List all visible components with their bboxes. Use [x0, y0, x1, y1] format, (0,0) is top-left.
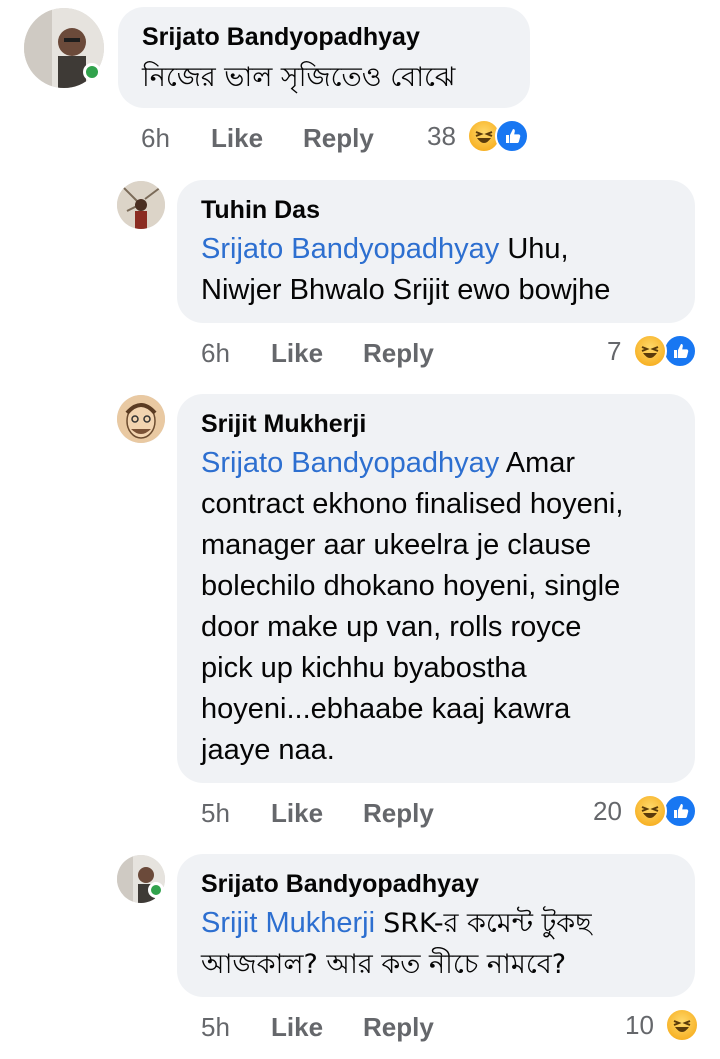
comment-text: Srijit Mukherji SRK-র কমেন্ট টুকছ আজকাল?… — [201, 903, 671, 985]
haha-icon — [633, 794, 667, 828]
comment-bubble: Srijato Bandyopadhyay Srijit Mukherji SR… — [177, 854, 695, 997]
reaction-summary[interactable]: 20 — [591, 794, 701, 828]
comment-text-line: pick up kichhu byabostha — [201, 652, 527, 684]
online-status-indicator — [83, 63, 101, 81]
like-button[interactable]: Like — [271, 798, 323, 829]
like-button[interactable]: Like — [271, 338, 323, 369]
reaction-summary[interactable]: 38 — [425, 119, 535, 153]
like-button[interactable]: Like — [271, 1012, 323, 1043]
avatar[interactable] — [117, 395, 165, 443]
avatar-illustration-icon — [117, 395, 165, 443]
reaction-count: 7 — [607, 336, 622, 366]
like-icon — [663, 334, 697, 368]
comment-text-line: আজকাল? আর কত নীচে নামবে? — [201, 949, 567, 980]
comment-text-line: Uhu, — [507, 233, 569, 265]
comment-author[interactable]: Srijit Mukherji — [201, 408, 671, 440]
comment-text: Srijato Bandyopadhyay Uhu, Niwjer Bhwalo… — [201, 229, 671, 311]
comment-author[interactable]: Tuhin Das — [201, 194, 671, 226]
comment-author[interactable]: Srijato Bandyopadhyay — [142, 21, 506, 53]
comment-text-line: jaaye naa. — [201, 734, 335, 766]
comment-text-line: bolechilo dhokano hoyeni, single — [201, 570, 621, 602]
comment-text: নিজের ভাল সৃজিতেও বোঝে — [142, 62, 456, 93]
reaction-summary[interactable]: 7 — [605, 334, 700, 368]
comment-timestamp[interactable]: 5h — [201, 798, 230, 829]
reaction-count: 38 — [427, 121, 456, 151]
comment-text-line: hoyeni...ebhaabe kaaj kawra — [201, 693, 571, 725]
haha-icon — [633, 334, 667, 368]
comment-text-line: Amar — [505, 447, 576, 479]
avatar-photo-icon — [117, 181, 165, 229]
reply-button[interactable]: Reply — [363, 1012, 434, 1043]
comment-timestamp[interactable]: 6h — [201, 338, 230, 369]
avatar[interactable] — [117, 181, 165, 229]
comment-text-line: Niwjer Bhwalo Srijit ewo bowjhe — [201, 274, 611, 306]
reaction-summary[interactable]: 10 — [623, 1008, 703, 1042]
comment-text-line: contract ekhono finalised hoyeni, — [201, 488, 624, 520]
comment-bubble: Srijit Mukherji Srijato Bandyopadhyay Am… — [177, 394, 695, 783]
reaction-count: 20 — [593, 796, 622, 826]
reaction-count: 10 — [625, 1010, 654, 1040]
haha-icon — [665, 1008, 699, 1042]
comment-timestamp[interactable]: 6h — [141, 123, 170, 154]
comment-author[interactable]: Srijato Bandyopadhyay — [201, 868, 671, 900]
reply-button[interactable]: Reply — [303, 123, 374, 154]
comment-timestamp[interactable]: 5h — [201, 1012, 230, 1043]
comment-text-line: SRK-র কমেন্ট টুকছ — [383, 908, 592, 939]
like-icon — [663, 794, 697, 828]
mention-link[interactable]: Srijato Bandyopadhyay — [201, 233, 499, 265]
like-icon — [495, 119, 529, 153]
comment-text: Srijato Bandyopadhyay Amar contract ekho… — [201, 443, 671, 771]
comment-text-line: door make up van, rolls royce — [201, 611, 582, 643]
reply-button[interactable]: Reply — [363, 338, 434, 369]
mention-link[interactable]: Srijit Mukherji — [201, 907, 375, 939]
mention-link[interactable]: Srijato Bandyopadhyay — [201, 447, 499, 479]
like-button[interactable]: Like — [211, 123, 263, 154]
online-status-indicator — [148, 882, 164, 898]
comment-text-line: manager aar ukeelra je clause — [201, 529, 592, 561]
comment-bubble: Srijato Bandyopadhyay নিজের ভাল সৃজিতেও … — [118, 7, 530, 108]
reply-button[interactable]: Reply — [363, 798, 434, 829]
comment-bubble: Tuhin Das Srijato Bandyopadhyay Uhu, Niw… — [177, 180, 695, 323]
